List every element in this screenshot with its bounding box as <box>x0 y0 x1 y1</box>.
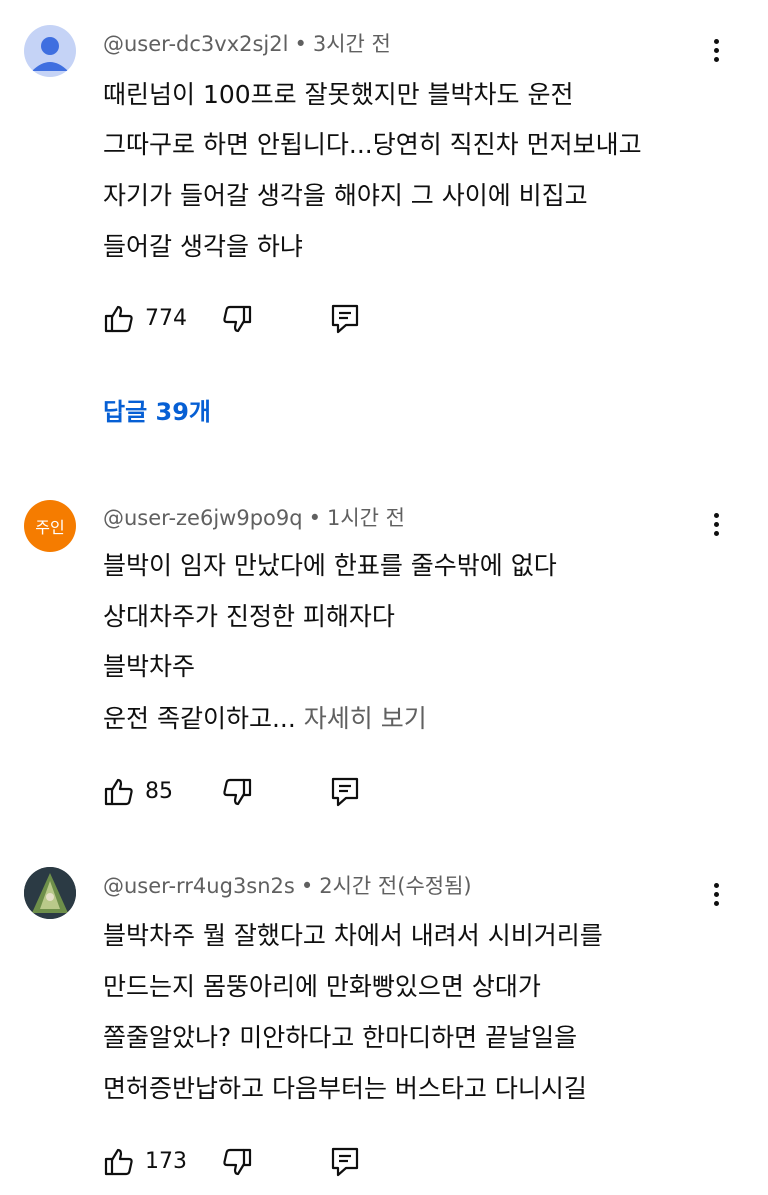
more-options-icon[interactable] <box>704 30 728 70</box>
comment-2: 주인 @user-ze6jw9po9q • 1시간 전 블박이 임자 만났다에 한표… <box>0 460 768 830</box>
dislike-icon <box>223 778 252 806</box>
comment-text-line: 면허증반납하고 다음부터는 버스타고 다니시길 <box>103 1074 587 1103</box>
reply-button[interactable] <box>330 776 360 808</box>
comment-meta: @user-ze6jw9po9q • 1시간 전 <box>103 504 405 532</box>
comment-text-line: 그따구로 하면 안됩니다...당연히 직진차 먼저보내고 <box>103 130 642 159</box>
dislike-button[interactable] <box>221 303 253 335</box>
photo-avatar <box>24 867 76 919</box>
avatar[interactable]: 주인 <box>24 500 76 552</box>
timestamp: 3시간 전 <box>312 32 391 56</box>
comment-text-line: 블박이 임자 만났다에 한표를 줄수밖에 없다 <box>103 551 557 580</box>
like-icon <box>104 1148 133 1176</box>
avatar[interactable] <box>24 25 76 77</box>
reply-icon <box>331 304 359 334</box>
username[interactable]: @user-dc3vx2sj2l <box>103 32 288 56</box>
reply-button[interactable] <box>330 1146 360 1178</box>
dislike-button[interactable] <box>221 1146 253 1178</box>
comment-text-line: 자기가 들어갈 생각을 해야지 그 사이에 비집고 <box>103 181 588 210</box>
avatar[interactable] <box>24 867 76 919</box>
dislike-icon <box>223 1148 252 1176</box>
default-person-icon <box>32 37 68 71</box>
comment-text-line: 상대차주가 진정한 피해자다 <box>103 602 395 631</box>
timestamp: 1시간 전 <box>326 506 405 530</box>
owner-badge-label: 주인 <box>35 518 65 537</box>
comment-meta: @user-dc3vx2sj2l • 3시간 전 <box>103 30 391 58</box>
view-replies-link[interactable]: 답글 39개 <box>103 397 211 427</box>
separator-dot: • <box>308 506 321 530</box>
like-count: 85 <box>145 779 173 804</box>
more-options-icon[interactable] <box>704 504 728 544</box>
comment-text-line: 때린넘이 100프로 잘못했지만 블박차도 운전 <box>103 80 574 109</box>
comment-meta: @user-rr4ug3sn2s • 2시간 전(수정됨) <box>103 872 472 900</box>
separator-dot: • <box>294 32 307 56</box>
like-count: 774 <box>145 306 187 331</box>
comment-text-line: 만드는지 몸뚱아리에 만화빵있으면 상대가 <box>103 972 541 1001</box>
like-button[interactable] <box>103 303 135 335</box>
reply-icon <box>331 777 359 807</box>
separator-dot: • <box>300 874 314 898</box>
like-icon <box>104 305 133 333</box>
dislike-button[interactable] <box>221 776 253 808</box>
reply-icon <box>331 1147 359 1177</box>
comment-3: @user-rr4ug3sn2s • 2시간 전(수정됨) 블박차주 뭘 잘했다고 … <box>0 830 768 1195</box>
comment-1: @user-dc3vx2sj2l • 3시간 전 때린넘이 100프로 잘못했지만 … <box>0 0 768 460</box>
read-more-link[interactable]: 자세히 보기 <box>304 704 427 733</box>
reply-button[interactable] <box>330 303 360 335</box>
comment-text-line: 운전 족같이하고... 자세히 보기 <box>103 704 427 734</box>
username[interactable]: @user-rr4ug3sn2s <box>103 874 295 898</box>
comment-text-line: 블박차주 <box>103 652 196 681</box>
dislike-icon <box>223 305 252 333</box>
like-count: 173 <box>145 1149 187 1174</box>
comment-text-line: 들어갈 생각을 하냐 <box>103 232 303 261</box>
comment-text-truncated: 운전 족같이하고... <box>103 704 296 733</box>
like-icon <box>104 778 133 806</box>
more-options-icon[interactable] <box>704 874 728 914</box>
comment-text-line: 쫄줄알았나? 미안하다고 한마디하면 끝날일을 <box>103 1023 578 1052</box>
like-button[interactable] <box>103 1146 135 1178</box>
timestamp: 2시간 전(수정됨) <box>319 874 472 898</box>
like-button[interactable] <box>103 776 135 808</box>
username[interactable]: @user-ze6jw9po9q <box>103 506 303 530</box>
comment-text-line: 블박차주 뭘 잘했다고 차에서 내려서 시비거리를 <box>103 921 603 950</box>
